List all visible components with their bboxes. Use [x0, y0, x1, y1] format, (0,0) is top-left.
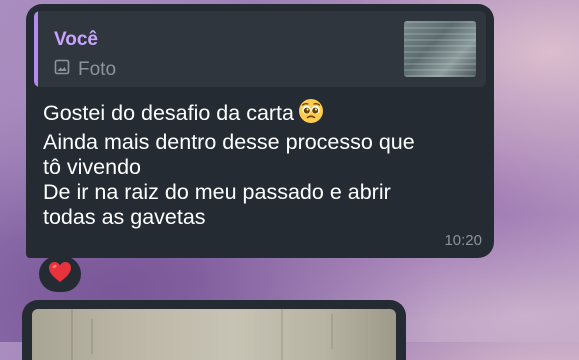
pleading-face-emoji: [298, 98, 324, 130]
message-timestamp: 10:20: [444, 232, 482, 249]
message-bubble[interactable]: Você Foto Gostei do desafio da carta Ain…: [26, 4, 494, 258]
reply-accent-bar: [34, 11, 38, 87]
reply-media-info: Foto: [54, 59, 116, 81]
photo-attachment[interactable]: [32, 309, 396, 360]
message-line: Gostei do desafio da carta: [43, 98, 483, 130]
message-line: tô vivendo: [43, 155, 142, 179]
image-icon: [54, 59, 70, 81]
message-text: Gostei do desafio da carta Ainda mais de…: [43, 98, 483, 230]
reply-media-label: Foto: [78, 59, 117, 80]
reply-photo-thumbnail: [404, 21, 476, 77]
reply-sender-name: Você: [54, 29, 99, 50]
message-line: Ainda mais dentro desse processo que: [43, 130, 415, 154]
next-message-bubble[interactable]: [22, 300, 406, 360]
message-line: todas as gavetas: [43, 205, 206, 229]
message-line: De ir na raiz do meu passado e abrir: [43, 180, 391, 204]
red-heart-emoji: [48, 261, 72, 288]
reaction-badge[interactable]: [39, 256, 81, 292]
reply-preview[interactable]: Você Foto: [34, 11, 486, 87]
